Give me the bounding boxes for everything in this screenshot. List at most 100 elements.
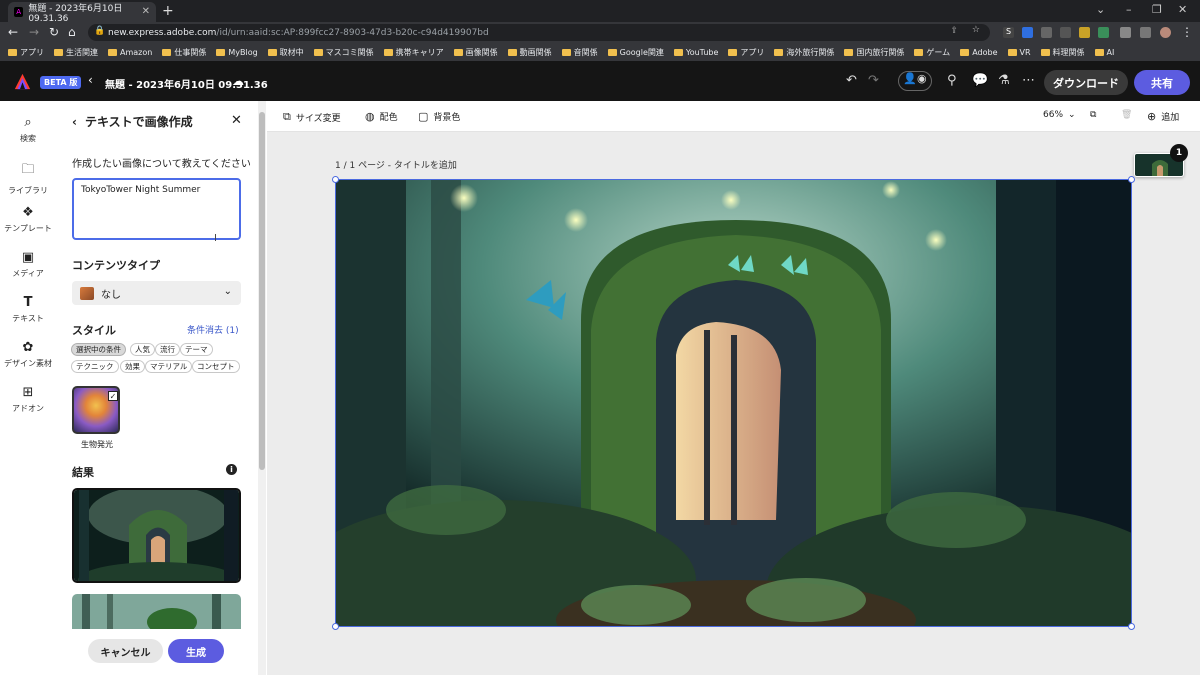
browser-tab[interactable]: A 無題 - 2023年6月10日 09.31.36 ✕ xyxy=(8,2,156,24)
design-assets-icon: ✿ xyxy=(22,340,34,355)
rail-item-library[interactable]: 🗀 ライブラリ xyxy=(0,160,56,196)
prompt-textarea[interactable]: TokyoTower Night Summer xyxy=(72,178,241,240)
generate-button[interactable]: 生成 xyxy=(168,639,224,663)
bookmark-item[interactable]: VR xyxy=(1007,48,1031,57)
bookmark-item[interactable]: AI xyxy=(1094,48,1114,57)
browser-menu-icon[interactable]: ⋮ xyxy=(1181,25,1193,39)
reload-icon[interactable]: ↻ xyxy=(49,25,59,39)
rail-item-text[interactable]: T テキスト xyxy=(0,295,56,324)
bookmark-item[interactable]: アプリ xyxy=(728,47,764,58)
chip-concept[interactable]: コンセプト xyxy=(192,360,240,373)
new-tab-icon[interactable]: + xyxy=(162,3,174,19)
result-thumbnail-2[interactable] xyxy=(72,594,241,634)
chip-material[interactable]: マテリアル xyxy=(145,360,193,373)
zoom-select[interactable]: 66% ⌄ xyxy=(1043,110,1076,120)
color-scheme-button[interactable]: ◍ 配色 xyxy=(365,110,398,123)
background-color-button[interactable]: ▢ 背景色 xyxy=(418,110,460,123)
bookmark-item[interactable]: 海外旅行関係 xyxy=(774,47,834,58)
labs-flask-icon[interactable]: ⚗ xyxy=(998,73,1010,88)
folder-icon xyxy=(1094,48,1104,56)
clear-filters-link[interactable]: 条件消去 (1) xyxy=(187,323,239,336)
add-page-button[interactable]: ⊕ 追加 xyxy=(1147,110,1179,123)
bookmark-item[interactable]: Amazon xyxy=(108,48,152,57)
chip-popular[interactable]: 人気 xyxy=(130,343,155,356)
bookmark-item[interactable]: 国内旅行関係 xyxy=(844,47,904,58)
resize-handle-top-left[interactable] xyxy=(332,176,339,183)
resize-handle-top-right[interactable] xyxy=(1128,176,1135,183)
back-arrow-icon[interactable]: ← xyxy=(8,25,18,39)
trash-icon[interactable]: 🗑 xyxy=(1121,110,1132,120)
resize-button[interactable]: ⧉ サイズ変更 xyxy=(283,110,341,124)
rail-item-media[interactable]: ▣ メディア xyxy=(0,250,56,279)
chevron-down-icon: ⌄ xyxy=(1068,110,1076,120)
profile-avatar[interactable] xyxy=(1160,27,1171,38)
adobe-express-logo-icon[interactable] xyxy=(14,73,31,90)
undo-icon[interactable]: ↶ xyxy=(846,73,857,88)
result-thumbnail-1[interactable] xyxy=(72,488,241,583)
share-page-icon[interactable]: ⇪ xyxy=(950,26,958,36)
bookmark-item[interactable]: 動画関係 xyxy=(507,47,552,58)
page-title-label[interactable]: 1 / 1 ページ - タイトルを追加 xyxy=(335,158,457,171)
bookmark-item[interactable]: 取材中 xyxy=(267,47,304,58)
extension-grid-icon[interactable] xyxy=(1041,27,1052,38)
rail-item-search[interactable]: ⌕ 検索 xyxy=(0,115,56,144)
resize-handle-bottom-left[interactable] xyxy=(332,623,339,630)
bookmark-item[interactable]: YouTube xyxy=(673,48,718,57)
bookmark-item[interactable]: 画像関係 xyxy=(453,47,498,58)
chip-technique[interactable]: テクニック xyxy=(71,360,119,373)
canvas-artwork[interactable] xyxy=(335,179,1132,627)
style-tile-bioluminescence[interactable]: ✓ xyxy=(72,386,120,434)
rail-item-templates[interactable]: ❖ テンプレート xyxy=(0,205,56,234)
collaborators-icon[interactable]: 👤◉ xyxy=(898,71,932,91)
bookmark-item[interactable]: 料理関係 xyxy=(1040,47,1085,58)
resize-handle-bottom-right[interactable] xyxy=(1128,623,1135,630)
maximize-icon[interactable]: ❐ xyxy=(1152,3,1162,16)
bookmark-item[interactable]: 仕事関係 xyxy=(162,47,206,58)
rail-item-design-assets[interactable]: ✿ デザイン素材 xyxy=(0,340,56,369)
extension-yellow-icon[interactable] xyxy=(1079,27,1090,38)
extension-blue-icon[interactable] xyxy=(1022,27,1033,38)
panel-close-icon[interactable]: ✕ xyxy=(231,113,242,128)
home-icon[interactable]: ⌂ xyxy=(68,25,76,39)
bookmark-item[interactable]: マスコミ関係 xyxy=(313,47,374,58)
comment-icon[interactable]: 💬 xyxy=(972,73,988,88)
bookmark-item[interactable]: ゲーム xyxy=(914,47,950,58)
extension-r-icon[interactable] xyxy=(1060,27,1071,38)
more-options-icon[interactable]: ⋯ xyxy=(1022,73,1035,88)
window-close-icon[interactable]: ✕ xyxy=(1178,3,1187,16)
forward-arrow-icon[interactable]: → xyxy=(29,25,39,39)
panel-back-icon[interactable]: ‹ xyxy=(72,115,77,129)
share-button[interactable]: 共有 xyxy=(1134,70,1190,95)
chip-theme[interactable]: テーマ xyxy=(180,343,213,356)
bookmark-item[interactable]: 携帯キャリア xyxy=(383,47,444,58)
url-field[interactable]: 🔒 new.express.adobe.com/id/urn:aaid:sc:A… xyxy=(88,24,990,41)
bookmark-item[interactable]: 音関係 xyxy=(561,47,598,58)
chip-effect[interactable]: 効果 xyxy=(120,360,145,373)
bookmark-star-icon[interactable]: ☆ xyxy=(972,25,980,35)
back-chevron-icon[interactable]: ‹ xyxy=(88,73,93,87)
content-type-select[interactable]: なし ⌄ xyxy=(72,281,241,305)
lightbulb-icon[interactable]: ⚲ xyxy=(947,73,957,88)
tab-search-icon[interactable]: ⌄ xyxy=(1096,3,1105,16)
chip-trending[interactable]: 流行 xyxy=(155,343,180,356)
extension-s-icon[interactable]: S xyxy=(1003,27,1014,38)
panel-scrollbar-thumb[interactable] xyxy=(259,112,265,470)
bookmark-item[interactable]: Google関連 xyxy=(607,47,664,58)
download-button[interactable]: ダウンロード xyxy=(1044,70,1128,95)
bookmark-item[interactable]: 生活関連 xyxy=(54,47,98,58)
sidepanel-icon[interactable] xyxy=(1140,27,1151,38)
duplicate-page-icon[interactable]: ⧉ xyxy=(1090,110,1096,120)
extensions-puzzle-icon[interactable] xyxy=(1120,27,1131,38)
chip-selected-filters[interactable]: 選択中の条件 xyxy=(71,343,126,356)
minimize-icon[interactable]: – xyxy=(1126,3,1132,16)
page-count-badge: 1 xyxy=(1170,144,1188,162)
bookmark-item[interactable]: Adobe xyxy=(960,48,998,57)
tab-close-icon[interactable]: ✕ xyxy=(142,6,150,17)
bookmark-item[interactable]: アプリ xyxy=(8,47,44,58)
bookmark-item[interactable]: MyBlog xyxy=(216,48,258,57)
cancel-button[interactable]: キャンセル xyxy=(88,639,163,663)
redo-icon[interactable]: ↷ xyxy=(868,73,879,88)
extension-green-icon[interactable] xyxy=(1098,27,1109,38)
rail-item-addons[interactable]: ⊞ アドオン xyxy=(0,385,56,414)
info-icon[interactable]: i xyxy=(226,464,237,475)
